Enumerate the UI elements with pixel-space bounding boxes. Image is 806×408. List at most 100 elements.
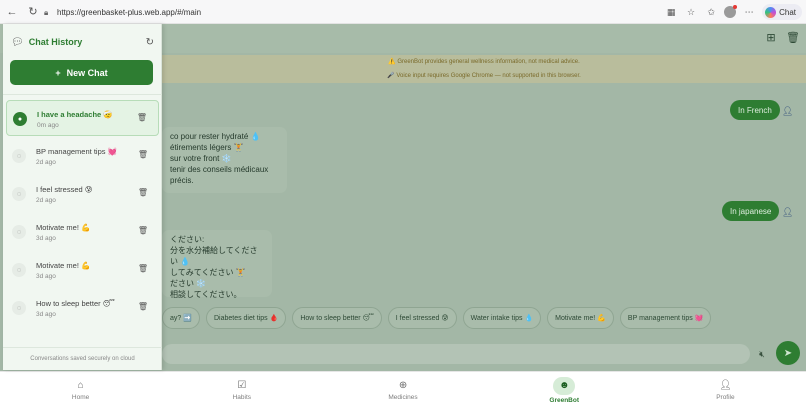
- chat-item-time: 2d ago: [36, 197, 56, 204]
- bot-message-japanese: ください: 分を水分補給してください 💧 してみてください 🏋 ださい ❄️ 相…: [162, 230, 272, 299]
- suggestion-chip[interactable]: Diabetes diet tips 🩸: [205, 307, 287, 329]
- home-icon: ⌂: [77, 380, 84, 391]
- chat-bubble-icon: ◌: [12, 187, 26, 201]
- bot-message-line: étirements légers 🏋: [170, 143, 244, 152]
- suggestion-chip[interactable]: I feel stressed 😰: [387, 307, 457, 329]
- bot-message-line: sur votre front ❄️: [170, 154, 232, 163]
- chat-item-time: 2d ago: [36, 159, 56, 166]
- chat-item-title: I have a headache 🤕: [37, 110, 113, 119]
- favorite-star-icon[interactable]: ☆: [684, 5, 698, 19]
- chat-history-title: Chat History: [28, 37, 83, 47]
- copilot-chat-button[interactable]: Chat: [762, 4, 802, 20]
- nav-habits-label: Habits: [232, 393, 252, 401]
- site-info-icon[interactable]: 🔒︎: [44, 8, 53, 17]
- chat-item-time: 3d ago: [36, 311, 56, 318]
- bot-message-line: co pour rester hydraté 💧: [170, 132, 261, 141]
- profile-avatar[interactable]: [724, 5, 738, 18]
- habits-checklist-icon: ☑: [237, 380, 247, 391]
- user-icon: 👤︎: [782, 106, 794, 116]
- chat-bubble-icon: ◌: [12, 301, 26, 315]
- bot-message-line: してみてください 🏋: [170, 268, 246, 277]
- chat-history-item[interactable]: ◌ Motivate me! 💪 3d ago 🗑︎: [6, 252, 159, 288]
- plus-icon: +: [55, 67, 61, 78]
- bot-message-french: co pour rester hydraté 💧 étirements lége…: [162, 127, 287, 193]
- new-chat-button[interactable]: + New Chat: [10, 60, 153, 85]
- bot-message-line: 分を水分補給してください 💧: [170, 246, 258, 266]
- nav-home-label: Home: [71, 393, 90, 401]
- reload-icon[interactable]: ↻: [24, 3, 42, 21]
- sidebar-footer-note: Conversations saved securely on cloud: [30, 356, 135, 362]
- new-chat-icon[interactable]: ⊞: [764, 30, 778, 44]
- chat-bubble-icon: ◌: [12, 263, 26, 277]
- voice-notice: 🎤 Voice input requires Google Chrome — n…: [162, 69, 806, 83]
- user-message-japanese: In japanese: [722, 201, 780, 221]
- nav-profile[interactable]: 👤︎ Profile: [645, 372, 806, 408]
- chat-item-time: 3d ago: [36, 273, 56, 280]
- user-icon: 👤︎: [782, 207, 794, 217]
- bottom-navigation: ⌂ Home ☑ Habits ⊕ Medicines ☻ GreenBot 👤…: [0, 371, 806, 408]
- chat-bubble-icon: ◌: [12, 225, 26, 239]
- divider: [3, 347, 162, 348]
- nav-greenbot-label: GreenBot: [549, 396, 580, 404]
- trash-icon[interactable]: 🗑︎: [138, 302, 148, 311]
- chat-bubble-icon: ◌: [12, 149, 26, 163]
- chat-bubble-icon: 💬︎: [11, 36, 24, 48]
- more-menu-icon[interactable]: ⋯: [742, 5, 756, 19]
- address-bar[interactable]: 🔒︎ https://greenbasket-plus.web.app/#/ma…: [44, 4, 664, 20]
- send-button[interactable]: ➤: [776, 341, 800, 365]
- chat-item-title: Motivate me! 💪: [36, 223, 91, 232]
- chat-history-list: ● I have a headache 🤕 0m ago 🗑︎ ◌ BP man…: [6, 100, 159, 328]
- disclaimer-notice: ⚠️ GreenBot provides general wellness in…: [162, 55, 806, 69]
- chat-history-header: 💬︎ Chat History ↻: [11, 35, 154, 49]
- suggestion-chips: ay? ➡️ Diabetes diet tips 🩸 How to sleep…: [162, 307, 712, 329]
- trash-icon[interactable]: 🗑︎: [138, 188, 148, 197]
- trash-icon[interactable]: 🗑︎: [138, 226, 148, 235]
- chat-item-title: I feel stressed 😰: [36, 185, 93, 194]
- nav-home[interactable]: ⌂ Home: [0, 372, 161, 408]
- bot-message-line: ください:: [170, 235, 205, 244]
- chat-history-item[interactable]: ◌ Motivate me! 💪 3d ago 🗑︎: [6, 214, 159, 250]
- divider: [3, 94, 162, 95]
- delete-history-icon[interactable]: 🗑︎: [786, 30, 800, 44]
- nav-greenbot[interactable]: ☻ GreenBot: [484, 372, 645, 408]
- user-message-french: In French: [730, 100, 780, 120]
- suggestion-chip[interactable]: How to sleep better 😴: [292, 307, 382, 329]
- chat-item-time: 0m ago: [37, 122, 59, 129]
- suggestion-chip[interactable]: Motivate me! 💪: [547, 307, 614, 329]
- chat-item-title: Motivate me! 💪: [36, 261, 91, 270]
- profile-icon: 👤︎: [719, 380, 732, 391]
- chat-label: Chat: [779, 7, 796, 17]
- chat-history-item[interactable]: ◌ How to sleep better 😴 3d ago 🗑︎: [6, 290, 159, 326]
- chat-bubble-icon: ●: [13, 112, 27, 126]
- chat-history-item[interactable]: ● I have a headache 🤕 0m ago 🗑︎: [6, 100, 159, 136]
- mic-off-icon[interactable]: 🔇︎: [756, 348, 768, 360]
- nav-habits[interactable]: ☑ Habits: [161, 372, 322, 408]
- back-icon[interactable]: ←: [3, 3, 21, 21]
- chat-item-title: How to sleep better 😴: [36, 299, 115, 308]
- trash-icon[interactable]: 🗑︎: [138, 150, 148, 159]
- robot-icon: ☻: [553, 376, 576, 395]
- nav-medicines[interactable]: ⊕ Medicines: [322, 372, 483, 408]
- bot-message-line: tenir des conseils médicaux précis.: [170, 165, 269, 185]
- trash-icon[interactable]: 🗑︎: [138, 264, 148, 273]
- browser-toolbar: ← ↻ 🔒︎ https://greenbasket-plus.web.app/…: [0, 0, 806, 24]
- bot-message-line: 相談してください。: [170, 290, 242, 299]
- app-grid-icon[interactable]: ▦: [664, 5, 678, 19]
- trash-icon[interactable]: 🗑︎: [137, 113, 147, 122]
- copilot-icon: [765, 6, 777, 18]
- chat-history-drawer: 💬︎ Chat History ↻ + New Chat ● I have a …: [3, 24, 162, 370]
- nav-profile-label: Profile: [716, 393, 735, 401]
- new-chat-label: New Chat: [66, 67, 108, 78]
- medicine-icon: ⊕: [398, 380, 408, 391]
- url-text: https://greenbasket-plus.web.app/#/main: [57, 7, 202, 17]
- bot-message-line: ださい ❄️: [170, 279, 207, 288]
- chat-history-item[interactable]: ◌ I feel stressed 😰 2d ago 🗑︎: [6, 176, 159, 212]
- suggestion-chip[interactable]: BP management tips 💓: [619, 307, 712, 329]
- refresh-icon[interactable]: ↻: [146, 37, 154, 48]
- message-input[interactable]: [162, 344, 750, 364]
- suggestion-chip[interactable]: Water intake tips 💧: [462, 307, 542, 329]
- suggestion-chip[interactable]: ay? ➡️: [162, 307, 200, 329]
- chat-item-title: BP management tips 💓: [36, 147, 117, 156]
- favorites-icon[interactable]: ✩: [704, 5, 718, 19]
- chat-history-item[interactable]: ◌ BP management tips 💓 2d ago 🗑︎: [6, 138, 159, 174]
